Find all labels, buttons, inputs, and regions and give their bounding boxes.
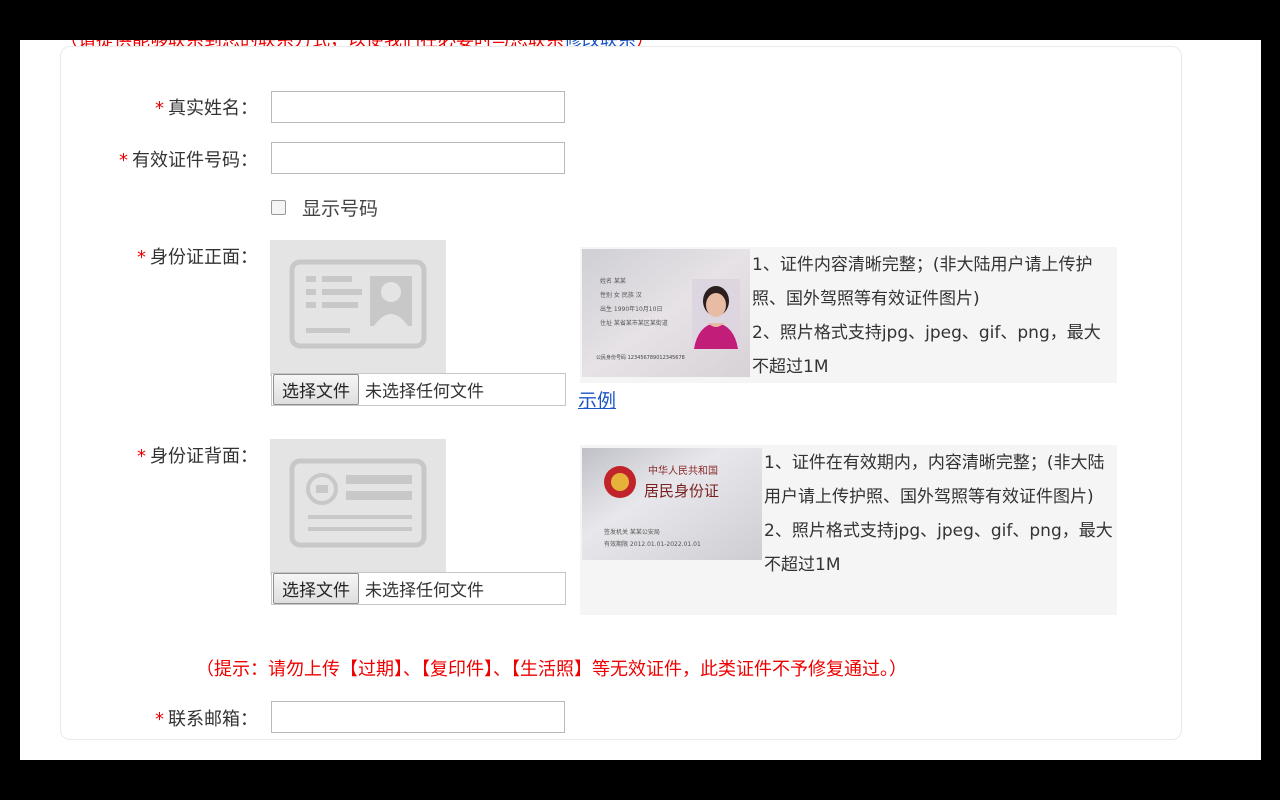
id-back-sample-line-2: 居民身份证: [644, 482, 719, 500]
show-number-checkbox[interactable]: [271, 200, 286, 215]
id-back-label: * 身份证背面：: [80, 442, 258, 468]
id-back-tip-2: 2、照片格式支持jpg、jpeg、gif、png，最大不超过1M: [764, 521, 1113, 575]
id-card-front-icon: [289, 259, 427, 349]
id-front-sample-line-2: 性别 女 民族 汉: [600, 291, 642, 299]
required-star: *: [119, 150, 128, 171]
email-input[interactable]: [271, 701, 565, 733]
required-star: *: [137, 247, 146, 268]
real-name-label-text: 真实姓名：: [168, 98, 258, 119]
id-back-sample-line-4: 有效期限 2012.01.01-2022.01.01: [604, 540, 701, 548]
id-front-tip-1: 1、证件内容清晰完整；(非大陆用户请上传护照、国外驾照等有效证件图片): [752, 255, 1093, 309]
id-back-sample-line-3: 签发机关 某某公安局: [604, 528, 660, 536]
id-front-label-text: 身份证正面：: [150, 247, 258, 268]
id-number-label-text: 有效证件号码：: [132, 150, 258, 171]
id-back-file-input[interactable]: 选择文件 未选择任何文件: [271, 572, 566, 605]
id-front-upload-placeholder[interactable]: [270, 240, 446, 376]
id-front-sample-line-4: 住址 某省某市某区某街道: [600, 319, 668, 327]
id-front-sample-line-1: 姓名 某某: [600, 277, 626, 285]
required-star: *: [155, 709, 164, 730]
email-label-text: 联系邮箱：: [168, 709, 258, 730]
id-front-file-input[interactable]: 选择文件 未选择任何文件: [271, 373, 566, 406]
id-front-tip-2: 2、照片格式支持jpg、jpeg、gif、png，最大不超过1M: [752, 323, 1101, 377]
required-star: *: [137, 446, 146, 467]
id-number-input[interactable]: [271, 142, 565, 174]
id-back-sample-line-1: 中华人民共和国: [648, 464, 718, 477]
id-front-example-link[interactable]: 示例: [578, 386, 616, 413]
id-back-upload-placeholder[interactable]: [270, 439, 446, 575]
id-back-choose-file-button[interactable]: 选择文件: [273, 573, 359, 604]
id-front-choose-file-button[interactable]: 选择文件: [273, 374, 359, 405]
id-front-sample-image: 姓名 某某 性别 女 民族 汉 出生 1990年10月10日 住址 某省某市某区…: [582, 249, 750, 377]
email-label: * 联系邮箱：: [80, 705, 258, 731]
id-front-file-status: 未选择任何文件: [365, 382, 484, 402]
id-number-label: * 有效证件号码：: [80, 146, 258, 172]
real-name-input[interactable]: [271, 91, 565, 123]
id-back-tips: 1、证件在有效期内，内容清晰完整；(非大陆用户请上传护照、国外驾照等有效证件图片…: [764, 446, 1114, 582]
id-back-file-status: 未选择任何文件: [365, 581, 484, 601]
invalid-document-warning: （提示：请勿上传【过期】、【复印件】、【生活照】等无效证件，此类证件不予修复通过…: [196, 659, 907, 680]
viewport: （请提供能够联系到您的联系方式，以便我们在必要时与您联系修改联系） *真实姓名：…: [20, 40, 1261, 760]
required-star: *: [155, 98, 164, 119]
id-front-sample-line-3: 出生 1990年10月10日: [600, 305, 662, 313]
id-card-back-icon: [289, 458, 427, 548]
show-number-row: 显示号码: [271, 194, 378, 221]
id-front-tips: 1、证件内容清晰完整；(非大陆用户请上传护照、国外驾照等有效证件图片) 2、照片…: [752, 248, 1112, 384]
id-back-tip-1: 1、证件在有效期内，内容清晰完整；(非大陆用户请上传护照、国外驾照等有效证件图片…: [764, 453, 1105, 507]
id-back-label-text: 身份证背面：: [150, 446, 258, 467]
id-front-sample-line-5: 公民身份号码 123456789012345678: [596, 354, 685, 361]
real-name-label: * 真实姓名：: [80, 94, 258, 120]
show-number-label[interactable]: 显示号码: [302, 194, 378, 221]
id-back-sample-image: 中华人民共和国 居民身份证 签发机关 某某公安局 有效期限 2012.01.01…: [582, 448, 762, 560]
id-front-label: * 身份证正面：: [80, 243, 258, 269]
